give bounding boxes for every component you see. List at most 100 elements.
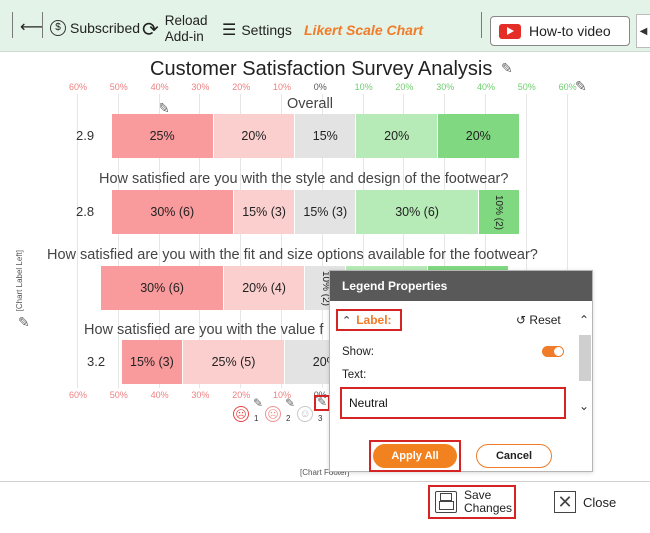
edit-legend-pencil-icon[interactable]: ✎ (317, 395, 327, 409)
question-title: How satisfied are you with the style and… (99, 171, 509, 187)
bar-segment[interactable]: 20% (356, 114, 438, 158)
axis-tick-label: 60% (69, 390, 88, 400)
close-button-label[interactable]: Close (583, 495, 616, 510)
bar-segment-label: 20% (465, 129, 491, 143)
bar-segment-label: 20% (241, 129, 267, 143)
edit-legend-pencil-icon[interactable]: ✎ (253, 396, 263, 410)
reset-label: Reset (529, 313, 561, 327)
bar-segment-label: 30% (6) (395, 205, 439, 219)
bar-segment[interactable]: 20% (438, 114, 520, 158)
collapse-panel-tab[interactable]: ◀ (636, 14, 650, 48)
back-arrow-icon[interactable]: ⟵ (20, 17, 43, 37)
scroll-down-icon[interactable]: ⌄ (579, 399, 589, 413)
show-toggle[interactable] (542, 346, 564, 357)
bar-segment-label: 25% (149, 129, 175, 143)
axis-tick-label: 60% (69, 82, 88, 92)
axis-tick-label: 30% (191, 82, 210, 92)
legend-number: 1 (254, 414, 259, 423)
save-changes-button[interactable]: Save Changes (428, 485, 516, 519)
bar-segment[interactable]: 25% (5) (183, 340, 285, 384)
bar-segment[interactable]: 15% (295, 114, 357, 158)
question-title: Overall (287, 96, 333, 112)
bar-segment[interactable]: 10% (2) (478, 190, 520, 234)
mean-score: 2.9 (76, 128, 95, 143)
scrollbar-thumb[interactable] (579, 335, 591, 381)
axis-tick-label: 50% (517, 82, 536, 92)
reload-addin-button[interactable]: ⟳ Reload Add-in (142, 13, 208, 45)
bar-segment[interactable]: 15% (3) (121, 340, 183, 384)
axis-tick-label: 20% (395, 82, 414, 92)
bar-segment[interactable]: 15% (3) (295, 190, 357, 234)
legend-properties-panel: Legend Properties ⌃ Label: ↺ Reset ⌃ ⌄ S… (329, 270, 593, 472)
apply-all-button[interactable]: Apply All (373, 444, 457, 468)
text-label: Text: (342, 369, 367, 381)
panel-title: Legend Properties (330, 271, 592, 301)
bar-segment-label: 25% (5) (211, 355, 256, 369)
how-to-video-button[interactable]: How-to video (490, 16, 630, 46)
how-to-video-label: How-to video (529, 23, 611, 39)
label-section-title: Label: (356, 313, 392, 327)
toolbar: ⟵ $ Subscribed ⟳ Reload Add-in ☰ Setting… (0, 0, 650, 52)
axis-tick-label: 10% (273, 82, 292, 92)
bar-segment-label: 15% (312, 129, 338, 143)
axis-tick-label: 50% (109, 82, 128, 92)
active-legend-edit-highlight[interactable]: ✎ (314, 395, 330, 411)
mean-score: 2.8 (76, 204, 95, 219)
axis-tick-label: 20% (232, 82, 251, 92)
axis-tick-label: 40% (150, 82, 169, 92)
app-title: Likert Scale Chart (304, 22, 424, 38)
bar-segment[interactable]: 30% (6) (111, 190, 234, 234)
bar-segment[interactable]: 20% (213, 114, 296, 158)
bar-segment[interactable]: 30% (6) (101, 266, 224, 310)
toolbar-separator (12, 12, 13, 38)
axis-tick-label: 0% (313, 82, 327, 92)
reset-button[interactable]: ↺ Reset (516, 313, 561, 327)
reload-icon: ⟳ (142, 18, 159, 41)
bar-segment[interactable]: 30% (6) (356, 190, 479, 234)
save-changes-label: Save Changes (464, 488, 513, 515)
bar-segment-label: 30% (6) (150, 205, 195, 219)
settings-label: Settings (241, 22, 292, 38)
close-x-icon[interactable]: ✕ (554, 491, 576, 513)
edit-legend-pencil-icon[interactable]: ✎ (285, 396, 295, 410)
bar-segment-label: 30% (6) (140, 281, 184, 295)
toolbar-separator (481, 12, 482, 38)
youtube-icon (499, 23, 521, 39)
chevron-left-icon: ◀ (639, 25, 648, 37)
axis-tick-label: 50% (109, 390, 128, 400)
question-title: How satisfied are you with the value f (84, 322, 324, 338)
dissatisfied-face-icon: ☹ (265, 406, 281, 422)
chart-label-left[interactable]: [Chart Label Left] (15, 250, 24, 311)
label-section-toggle[interactable]: ⌃ Label: (336, 309, 402, 331)
neutral-face-icon: ☺ (297, 406, 313, 422)
axis-tick-label: 30% (436, 82, 455, 92)
edit-title-pencil-icon[interactable]: ✎ (501, 60, 513, 77)
axis-tick-label: 40% (150, 390, 169, 400)
axis-tick-label: 30% (191, 390, 210, 400)
scroll-up-icon[interactable]: ⌃ (579, 313, 589, 327)
reload-label: Reload Add-in (164, 13, 208, 44)
legend-number: 2 (286, 414, 291, 423)
bar-segment[interactable]: 15% (3) (234, 190, 296, 234)
footer-divider (0, 481, 650, 482)
save-disk-icon (435, 491, 457, 513)
bar-segment[interactable]: 20% (4) (223, 266, 306, 310)
legend-text-input[interactable] (340, 387, 566, 419)
chevron-up-icon: ⌃ (342, 314, 352, 327)
bar-segment-label: 15% (3) (130, 355, 174, 369)
reset-icon: ↺ (516, 313, 527, 327)
axis-tick-label: 10% (354, 82, 373, 92)
dollar-circle-icon: $ (50, 20, 66, 36)
axis-tick-label: 40% (477, 82, 496, 92)
settings-button[interactable]: ☰ Settings (222, 20, 292, 40)
edit-left-label-pencil-icon[interactable]: ✎ (18, 314, 30, 331)
edit-axis-pencil-icon[interactable]: ✎ (575, 78, 587, 95)
mean-score: 3.2 (87, 354, 106, 369)
cancel-button[interactable]: Cancel (476, 444, 552, 468)
subscribed-button[interactable]: $ Subscribed (50, 20, 140, 36)
chart-title: Customer Satisfaction Survey Analysis (150, 58, 493, 80)
sliders-icon: ☰ (222, 22, 237, 39)
axis-tick-label: 20% (232, 390, 251, 400)
bar-segment-label: 10% (2) (493, 194, 505, 230)
bar-segment[interactable]: 25% (111, 114, 214, 158)
